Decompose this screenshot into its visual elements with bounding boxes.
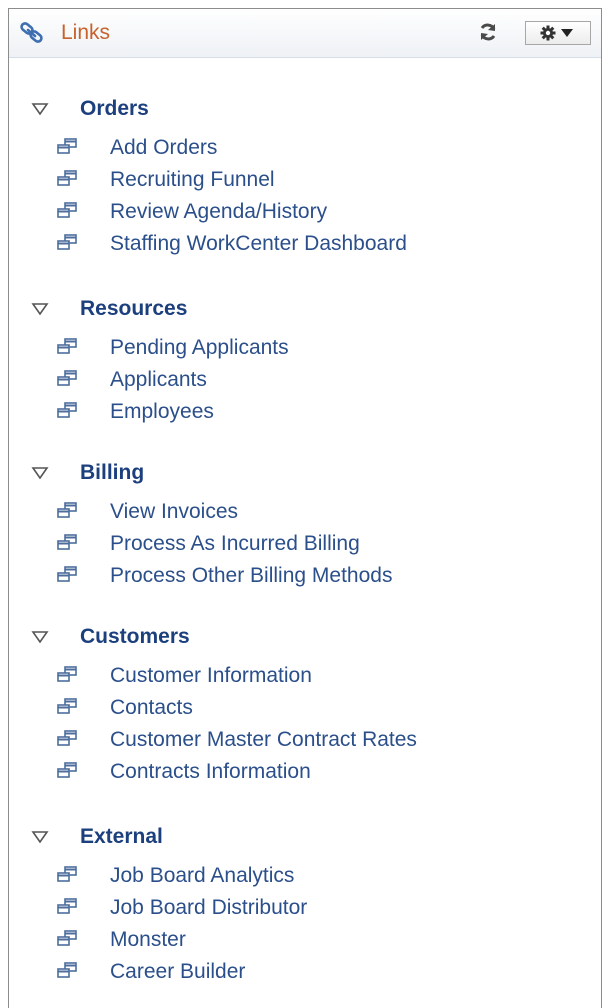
collapse-triangle-icon[interactable] (31, 302, 49, 316)
link-text[interactable]: Monster (110, 927, 186, 953)
section-label: Orders (80, 97, 149, 120)
link-item[interactable]: Career Builder (9, 959, 601, 987)
link-item[interactable]: Process Other Billing Methods (9, 563, 601, 591)
section-header-external[interactable]: External (9, 822, 601, 852)
section-header-orders[interactable]: Orders (9, 94, 601, 124)
link-item[interactable]: Pending Applicants (9, 335, 601, 363)
chevron-down-icon (561, 29, 573, 37)
section-label: Customers (80, 625, 190, 648)
link-text[interactable]: Process As Incurred Billing (110, 531, 360, 557)
pagelet-header: Links (9, 9, 601, 58)
section-header-resources[interactable]: Resources (9, 294, 601, 324)
link-item[interactable]: Staffing WorkCenter Dashboard (9, 231, 601, 259)
section-label: External (80, 825, 163, 848)
new-window-icon (57, 698, 77, 714)
links-chain-icon (20, 22, 43, 43)
section-label: Resources (80, 297, 188, 320)
link-item[interactable]: Monster (9, 927, 601, 955)
link-item[interactable]: Contacts (9, 695, 601, 723)
new-window-icon (57, 402, 77, 418)
link-item[interactable]: Add Orders (9, 135, 601, 163)
link-item[interactable]: Recruiting Funnel (9, 167, 601, 195)
link-text[interactable]: Staffing WorkCenter Dashboard (110, 231, 407, 257)
link-text[interactable]: Pending Applicants (110, 335, 289, 361)
link-text[interactable]: Employees (110, 399, 214, 425)
link-text[interactable]: Contacts (110, 695, 193, 721)
section-header-customers[interactable]: Customers (9, 622, 601, 652)
link-item[interactable]: Employees (9, 399, 601, 427)
link-item[interactable]: Customer Master Contract Rates (9, 727, 601, 755)
link-text[interactable]: Career Builder (110, 959, 245, 985)
new-window-icon (57, 202, 77, 218)
new-window-icon (57, 138, 77, 154)
section-header-billing[interactable]: Billing (9, 458, 601, 488)
pagelet-actions-button[interactable] (525, 21, 591, 45)
new-window-icon (57, 762, 77, 778)
link-item[interactable]: Job Board Analytics (9, 863, 601, 891)
link-text[interactable]: Process Other Billing Methods (110, 563, 392, 589)
link-text[interactable]: Job Board Distributor (110, 895, 307, 921)
link-item[interactable]: Contracts Information (9, 759, 601, 787)
new-window-icon (57, 898, 77, 914)
link-text[interactable]: Job Board Analytics (110, 863, 294, 889)
collapse-triangle-icon[interactable] (31, 466, 49, 480)
new-window-icon (57, 566, 77, 582)
collapse-triangle-icon[interactable] (31, 630, 49, 644)
link-item[interactable]: View Invoices (9, 499, 601, 527)
link-text[interactable]: Recruiting Funnel (110, 167, 275, 193)
new-window-icon (57, 962, 77, 978)
new-window-icon (57, 866, 77, 882)
collapse-triangle-icon[interactable] (31, 102, 49, 116)
new-window-icon (57, 170, 77, 186)
link-text[interactable]: Applicants (110, 367, 207, 393)
new-window-icon (57, 930, 77, 946)
link-text[interactable]: Add Orders (110, 135, 217, 161)
link-text[interactable]: Customer Information (110, 663, 312, 689)
link-text[interactable]: Review Agenda/History (110, 199, 327, 225)
new-window-icon (57, 234, 77, 250)
link-item[interactable]: Customer Information (9, 663, 601, 691)
link-item[interactable]: Applicants (9, 367, 601, 395)
new-window-icon (57, 534, 77, 550)
link-item[interactable]: Job Board Distributor (9, 895, 601, 923)
link-item[interactable]: Review Agenda/History (9, 199, 601, 227)
links-pagelet: Links Orders Add Orders Recruiting Funne… (8, 8, 602, 1008)
new-window-icon (57, 370, 77, 386)
section-label: Billing (80, 461, 145, 484)
link-item[interactable]: Process As Incurred Billing (9, 531, 601, 559)
new-window-icon (57, 730, 77, 746)
new-window-icon (57, 502, 77, 518)
refresh-icon[interactable] (477, 21, 499, 43)
collapse-triangle-icon[interactable] (31, 830, 49, 844)
new-window-icon (57, 666, 77, 682)
gear-icon (540, 25, 556, 41)
link-text[interactable]: View Invoices (110, 499, 238, 525)
link-text[interactable]: Customer Master Contract Rates (110, 727, 417, 753)
pagelet-title: Links (61, 21, 111, 44)
link-text[interactable]: Contracts Information (110, 759, 311, 785)
new-window-icon (57, 338, 77, 354)
